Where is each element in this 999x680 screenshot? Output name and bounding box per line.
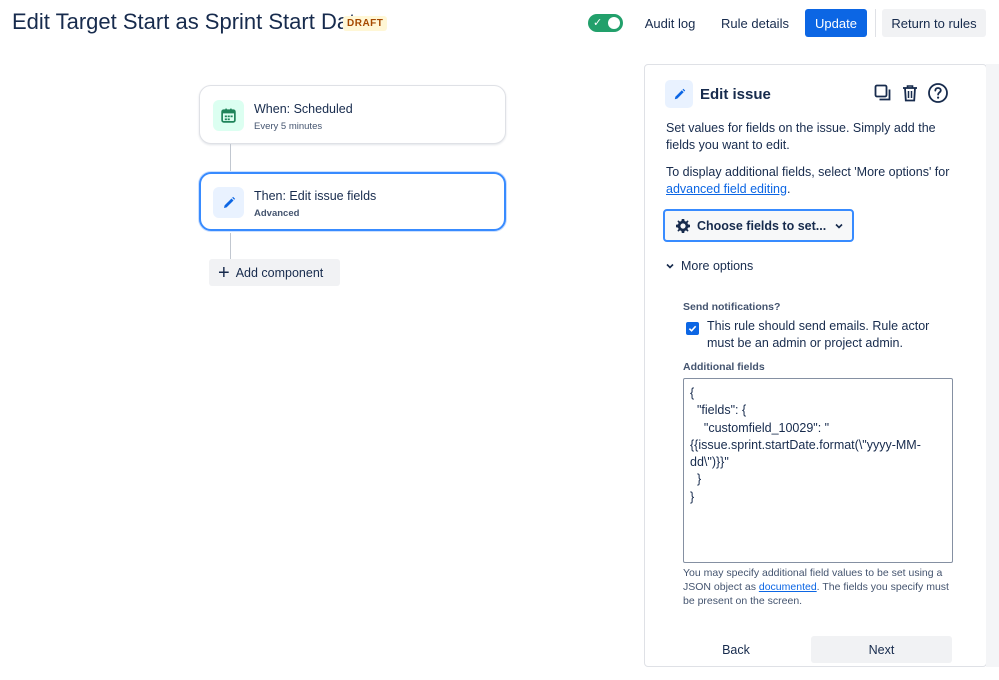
panel-scrollbar[interactable] [986,64,999,667]
page-title: Edit Target Start as Sprint Start Date [12,9,368,34]
copy-icon[interactable] [872,82,894,104]
panel-description: Set values for fields on the issue. Simp… [666,121,936,152]
draft-badge: DRAFT [343,16,388,31]
pencil-icon [213,187,244,218]
check-icon [688,325,697,332]
plus-icon: + [218,261,230,284]
trigger-subtitle: Every 5 minutes [254,121,323,132]
add-component-button[interactable]: + Add component [209,259,340,286]
panel-title: Edit issue [700,86,771,103]
additional-fields-help: You may specify additional field values … [683,566,953,608]
chevron-down-icon [665,261,675,271]
action-title: Then: Edit issue fields [254,189,377,203]
add-component-label: Add component [235,265,324,280]
choose-fields-dropdown[interactable]: Choose fields to set... [663,209,854,242]
flow-connector [230,144,231,172]
trash-icon[interactable] [899,82,921,104]
back-button[interactable]: Back [665,636,807,663]
send-notifications-text: This rule should send emails. Rule actor… [707,319,930,350]
choose-fields-label: Choose fields to set... [697,218,827,233]
header-divider [875,9,876,37]
return-to-rules-button[interactable]: Return to rules [882,9,986,37]
calendar-icon [213,100,244,131]
advanced-editing-hint: To display additional fields, select 'Mo… [666,164,956,198]
chevron-down-icon [834,221,844,231]
toggle-knob [608,17,620,29]
additional-fields-textarea[interactable]: { "fields": { "customfield_10029": "{{is… [683,378,953,563]
additional-fields-label: Additional fields [683,361,765,373]
action-card[interactable]: Then: Edit issue fields Advanced [199,172,506,231]
next-button[interactable]: Next [811,636,952,663]
edit-issue-panel: Edit issue Set values for fields on the … [644,64,987,667]
hint-suffix: . [786,182,791,196]
send-notifications-label: Send notifications? [683,301,781,313]
action-subtitle: Advanced [254,208,300,219]
rule-enabled-toggle[interactable]: ✓ [588,14,623,32]
documented-link[interactable]: documented [759,581,817,593]
rule-details-button[interactable]: Rule details [716,9,794,37]
send-notifications-checkbox[interactable] [686,322,699,335]
advanced-field-editing-link[interactable]: advanced field editing [666,182,787,196]
trigger-card[interactable]: When: Scheduled Every 5 minutes [199,85,506,144]
gear-icon [675,218,691,234]
audit-log-button[interactable]: Audit log [636,9,704,37]
more-options-label: More options [681,259,754,273]
trigger-title: When: Scheduled [254,102,353,116]
update-button[interactable]: Update [805,9,867,37]
check-icon: ✓ [593,17,603,29]
hint-prefix: To display additional fields, select 'Mo… [666,165,950,179]
more-options-toggle[interactable]: More options [665,259,753,273]
pencil-icon [665,80,693,108]
flow-connector [230,233,231,259]
help-icon[interactable] [927,82,949,104]
